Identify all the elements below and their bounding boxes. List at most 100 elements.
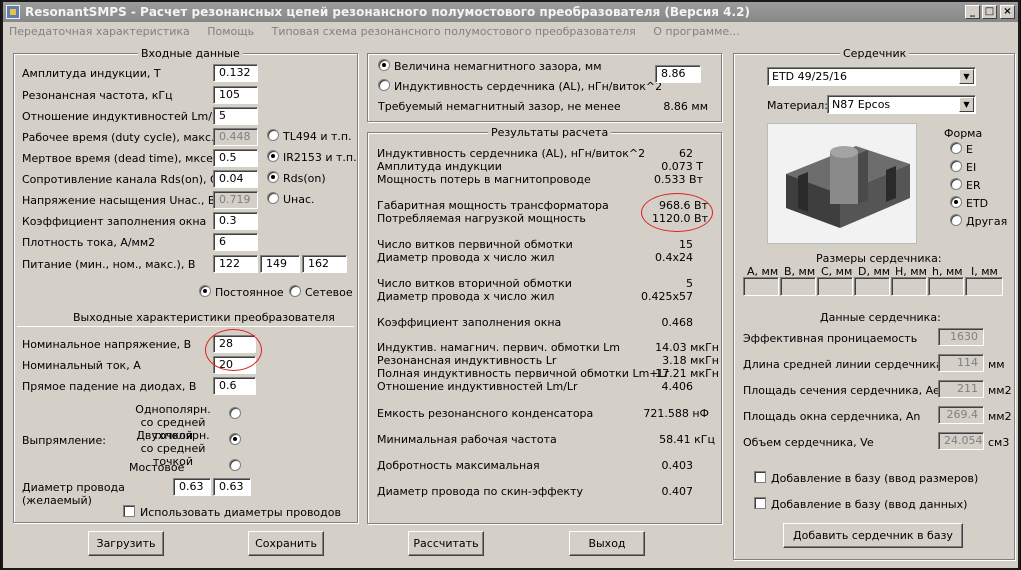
shape-er-radio[interactable] [950,178,962,190]
add-data-label: Добавление в базу (ввод данных) [771,498,968,511]
add-dims-checkbox[interactable] [754,471,766,483]
gap-required-label: Требуемый немагнитный зазор, не менее [378,100,621,113]
exit-button[interactable]: Выход [569,531,645,556]
supply-label: Питание (мин., ном., макс.), В [22,258,196,271]
supply-min-input[interactable]: 122 [213,255,258,273]
ae-input[interactable]: 211 [938,380,984,398]
shape-ei-label: EI [966,161,977,174]
menu-bar: Передаточная характеристика Помощь Типов… [3,23,1018,41]
res-freq-input[interactable]: 105 [213,86,258,104]
al-radio[interactable] [378,79,390,91]
res-q-label: Добротность максимальная [377,459,540,472]
dc-label: Постоянное [215,286,284,299]
app-icon [6,5,20,19]
shape-e-radio[interactable] [950,142,962,154]
dim-h-small-input[interactable] [928,277,964,296]
current-density-input[interactable]: 6 [213,233,258,251]
chevron-down-icon[interactable]: ▼ [959,69,974,84]
menu-help[interactable]: Помощь [207,25,254,38]
material-select[interactable]: N87 Epcos ▼ [827,95,976,114]
minimize-button[interactable]: _ [965,5,980,19]
menu-about[interactable]: О программе... [653,25,739,38]
loss-usat-radio[interactable] [267,192,279,204]
al-label: Индуктивность сердечника (AL), нГн/виток… [394,80,663,93]
gap-radio[interactable] [378,59,390,71]
highlight-power-circle [641,193,713,232]
dead-time-input[interactable]: 0.5 [213,149,258,167]
le-unit: мм [988,358,1005,371]
close-button[interactable]: × [1000,5,1015,19]
driver-ir2153-radio[interactable] [267,150,279,162]
ratio-input[interactable]: 5 [213,107,258,125]
res-fmin-label: Минимальная рабочая частота [377,433,557,446]
driver-ir2153-label: IR2153 и т.п. [283,151,357,164]
dim-h-input[interactable] [891,277,927,296]
rectifier-label: Выпрямление: [22,434,106,447]
add-dims-label: Добавление в базу (ввод размеров) [771,472,979,485]
an-input[interactable]: 269.4 [938,406,984,424]
calculate-button[interactable]: Рассчитать [408,531,484,556]
permeability-label: Эффективная проницаемость [743,332,918,345]
ve-input[interactable]: 24.054 [938,432,984,450]
dc-radio[interactable] [199,285,211,297]
main-window: ResonantSMPS - Расчет резонансных цепей … [1,0,1020,570]
fill-input[interactable]: 0.3 [213,212,258,230]
driver-tl494-radio[interactable] [267,129,279,141]
core-type-select[interactable]: ETD 49/25/16 ▼ [767,67,976,86]
res-cap-label: Емкость резонансного конденсатора [377,407,594,420]
duty-input[interactable]: 0.448 [213,128,258,146]
dim-d-input[interactable] [854,277,890,296]
usat-label: Напряжение насыщения Uнас., В [22,194,216,207]
rect-bridge-radio[interactable] [229,459,241,471]
output-separator [17,326,354,327]
ae-label: Площадь сечения сердечника, Ae [743,384,940,397]
shape-other-label: Другая [966,215,1008,228]
res-q-value: 0.403 [661,459,694,472]
menu-schematic[interactable]: Типовая схема резонансного полумостового… [272,25,636,38]
current-label: Номинальный ток, А [22,359,141,372]
supply-max-input[interactable]: 162 [302,255,347,273]
res-sec-turns-label: Число витков вторичной обмотки [377,277,572,290]
dim-c-input[interactable] [817,277,853,296]
loss-rds-radio[interactable] [267,171,279,183]
load-button[interactable]: Загрузить [88,531,164,556]
le-label: Длина средней линии сердечника, le [743,358,960,371]
chevron-down-icon[interactable]: ▼ [959,97,974,112]
res-skin-value: 0.407 [661,485,694,498]
permeability-input[interactable]: 1630 [938,328,984,346]
al-input[interactable]: 8.86 [655,65,701,83]
res-core-loss-label: Мощность потерь в магнитопроводе [377,173,591,186]
dim-a-input[interactable] [743,277,779,296]
add-data-checkbox[interactable] [754,497,766,509]
dim-i-input[interactable] [965,277,1003,296]
rect-fullwave-radio[interactable] [229,433,241,445]
maximize-button[interactable]: □ [982,5,997,19]
input-title: Входные данные [138,48,243,60]
rds-input[interactable]: 0.04 [213,170,258,188]
res-fill-label: Коэффициент заполнения окна [377,316,562,329]
res-skin-label: Диаметр провода по скин-эффекту [377,485,583,498]
ac-radio[interactable] [289,285,301,297]
rect-halfwave-radio[interactable] [229,407,241,419]
shape-etd-radio[interactable] [950,196,962,208]
res-lr-value: 3.18 мкГн [662,354,719,367]
le-input[interactable]: 114 [938,354,984,372]
res-prim-turns-label: Число витков первичной обмотки [377,238,573,251]
usat-input[interactable]: 0.719 [213,191,258,209]
shape-other-radio[interactable] [950,214,962,226]
add-core-button[interactable]: Добавить сердечник в базу [783,523,963,548]
menu-transfer[interactable]: Передаточная характеристика [9,25,190,38]
shape-ei-radio[interactable] [950,160,962,172]
wire-secondary-input[interactable]: 0.63 [213,478,251,496]
dim-b-input[interactable] [780,277,816,296]
diode-input[interactable]: 0.6 [213,377,256,395]
supply-nom-input[interactable]: 149 [260,255,300,273]
an-label: Площадь окна сердечника, An [743,410,921,423]
use-wire-checkbox[interactable] [123,505,135,517]
ve-unit: см3 [988,436,1010,449]
wire-primary-input[interactable]: 0.63 [173,478,211,496]
induction-input[interactable]: 0.132 [213,64,258,82]
ac-label: Сетевое [305,286,353,299]
material-label: Материал: [767,99,829,112]
save-button[interactable]: Сохранить [248,531,324,556]
